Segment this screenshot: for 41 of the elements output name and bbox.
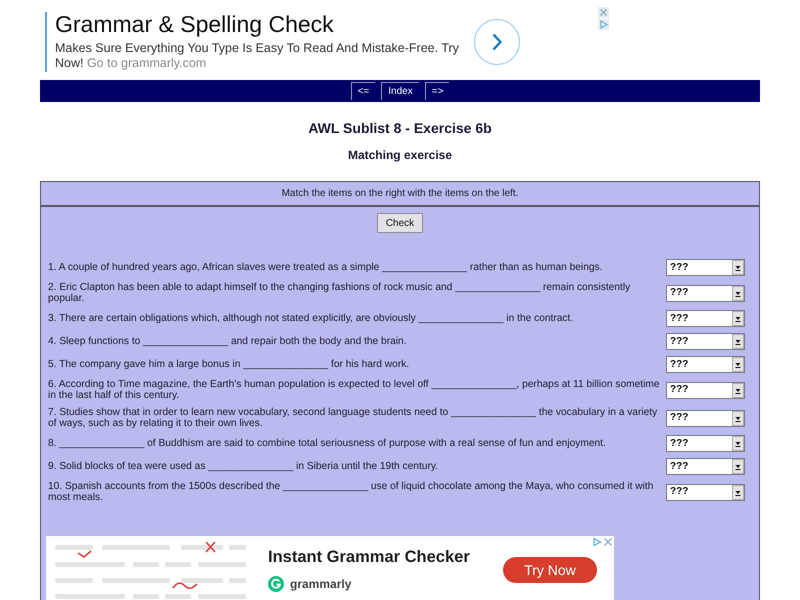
answer-dropdown[interactable]: ???: [666, 333, 745, 350]
question-text: 6. According to Time magazine, the Earth's human population is expected to level off _______________, perhaps at 11 billion sometime in the last half of this century.: [48, 379, 660, 401]
question-text: 8. _______________ of Buddhism are said to combine total seriousness of purpose with a real sense of fun and enjoyment.: [48, 438, 607, 449]
question-text: 9. Solid blocks of tea were used as _______________ in Siberia until the 19th century.: [48, 461, 440, 472]
answer-dropdown[interactable]: ???: [666, 284, 745, 302]
page-title: AWL Sublist 8 - Exercise 6b: [307, 120, 493, 137]
question-text: 5. The company gave him a large bonus in _______________ for his hard work.: [48, 359, 410, 370]
answer-dropdown[interactable]: ???: [666, 259, 745, 276]
question-text: 1. A couple of hundred years ago, African slaves were treated as a simple _______________ rather than as human beings.: [48, 262, 604, 273]
question-text: 10. Spanish accounts from the 1500s described the _______________ use of liquid chocolate among the Maya, who consumed it with most meals.: [48, 481, 654, 503]
question-text: 2. Eric Clapton has been able to adapt himself to the changing fashions of rock music and _______________ remain consistently popular.: [48, 282, 632, 304]
nav-link[interactable]: <=: [350, 82, 376, 100]
answer-dropdown[interactable]: ???: [666, 484, 745, 500]
play-triangle-icon[interactable]: [592, 537, 602, 547]
ad-banner[interactable]: Grammar & Spelling Check Makes Sure Everything You Type Is Easy To Read And Mistake-Free. Try Now! Go to grammarly.com: [44, 5, 610, 75]
answer-dropdown[interactable]: ???: [666, 410, 745, 426]
page-subtitle: Matching exercise: [346, 148, 454, 163]
question-text: 4. Sleep functions to _______________ and repair both the body and the brain.: [48, 336, 408, 347]
ad-banner[interactable]: Instant Grammar Checker grammarly Try Now: [46, 536, 614, 600]
question-text: 3. There are certain obligations which, although not stated explicitly, are obviously _______________ in the contract.: [48, 313, 574, 324]
check-button[interactable]: Check: [377, 213, 423, 233]
answer-dropdown[interactable]: ???: [666, 356, 745, 373]
close-icon[interactable]: [603, 537, 613, 547]
try-now-button[interactable]: Try Now: [503, 557, 597, 583]
play-triangle-icon[interactable]: [598, 19, 609, 30]
instructions: Match the items on the right with the items on the left.: [282, 187, 518, 201]
answer-dropdown[interactable]: ???: [666, 458, 745, 475]
ad-headline: Instant Grammar Checker: [268, 547, 470, 567]
ad-headline: Grammar & Spelling Check: [55, 11, 334, 37]
nav-link[interactable]: Index: [381, 82, 419, 100]
answer-dropdown[interactable]: ???: [666, 435, 745, 452]
brand-logo-icon: [268, 576, 284, 592]
question-text: 7. Studies show that in order to learn new vocabulary, second language students need to _______________ the vocabulary in a variety of ways, such as by relating it to their own lives.: [48, 407, 658, 429]
close-icon[interactable]: [598, 7, 609, 18]
chevron-right-icon: [492, 33, 502, 51]
answer-dropdown[interactable]: ???: [666, 310, 745, 327]
ad-arrow-button[interactable]: [474, 19, 520, 65]
nav-link[interactable]: =>: [424, 82, 450, 100]
answer-dropdown[interactable]: ???: [666, 382, 745, 398]
ad-description: Makes Sure Everything You Type Is Easy To Read And Mistake-Free. Try Now! Go to grammarly.com: [55, 41, 460, 71]
brand-name: grammarly: [290, 576, 352, 592]
